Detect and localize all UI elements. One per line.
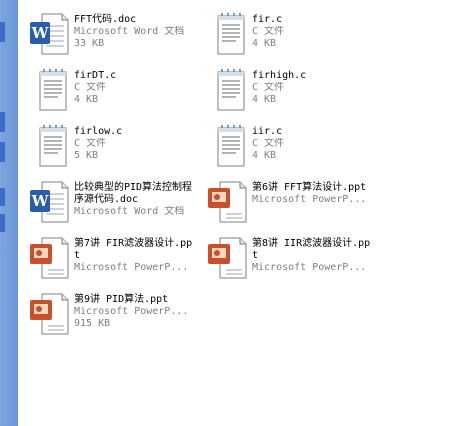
powerpoint-icon xyxy=(28,236,72,282)
c-file-icon xyxy=(206,12,250,58)
powerpoint-icon xyxy=(206,180,250,226)
word-doc-icon: W xyxy=(28,180,72,226)
file-name: firDT.c xyxy=(74,70,117,81)
file-type: Microsoft PowerP... xyxy=(252,194,367,205)
task-pane-tab[interactable] xyxy=(0,188,5,206)
file-item[interactable]: 第9讲 PID算法.ppt Microsoft PowerP... 915 KB xyxy=(18,292,196,348)
file-item[interactable]: 第6讲 FFT算法设计.ppt Microsoft PowerP... xyxy=(196,180,374,236)
file-item[interactable]: firDT.c C 文件 4 KB xyxy=(18,68,196,124)
file-item[interactable]: 第8讲 IIR滤波器设计.ppt Microsoft PowerP... xyxy=(196,236,374,292)
file-item[interactable]: W FFT代码.doc Microsoft Word 文档 33 KB xyxy=(18,12,196,68)
file-name: FFT代码.doc xyxy=(74,14,137,25)
task-pane-tab[interactable] xyxy=(0,22,5,42)
file-name: 第8讲 IIR滤波器设计.ppt xyxy=(252,238,371,261)
file-size: 33 KB xyxy=(74,38,105,49)
file-item[interactable]: firhigh.c C 文件 4 KB xyxy=(196,68,374,124)
file-item[interactable]: W 比较典型的PID算法控制程序源代码.doc Microsoft Word 文… xyxy=(18,180,196,236)
powerpoint-icon xyxy=(206,236,250,282)
word-doc-icon: W xyxy=(28,12,72,58)
file-size: 5 KB xyxy=(74,150,99,161)
c-file-icon xyxy=(206,68,250,114)
file-item[interactable]: fir.c C 文件 4 KB xyxy=(196,12,374,68)
file-type: C 文件 xyxy=(252,82,285,93)
file-name: iir.c xyxy=(252,126,283,137)
svg-text:W: W xyxy=(31,192,50,210)
file-type: Microsoft Word 文档 xyxy=(74,206,185,217)
file-size: 4 KB xyxy=(252,38,277,49)
file-item[interactable]: iir.c C 文件 4 KB xyxy=(196,124,374,180)
svg-text:W: W xyxy=(31,24,50,42)
c-file-icon xyxy=(28,68,72,114)
task-pane-tab[interactable] xyxy=(0,214,5,232)
file-size: 4 KB xyxy=(74,94,99,105)
left-task-pane xyxy=(0,0,18,426)
file-size: 4 KB xyxy=(252,150,277,161)
file-type: Microsoft Word 文档 xyxy=(74,26,185,37)
file-type: Microsoft PowerP... xyxy=(252,262,367,273)
file-item[interactable]: 第7讲 FIR滤波器设计.ppt Microsoft PowerP... xyxy=(18,236,196,292)
file-name: firlow.c xyxy=(74,126,123,137)
powerpoint-icon xyxy=(28,292,72,338)
c-file-icon xyxy=(28,124,72,170)
file-name: 第6讲 FFT算法设计.ppt xyxy=(252,182,367,193)
file-item[interactable]: firlow.c C 文件 5 KB xyxy=(18,124,196,180)
task-pane-tab[interactable] xyxy=(0,142,5,162)
file-name: firhigh.c xyxy=(252,70,307,81)
file-list-view: W FFT代码.doc Microsoft Word 文档 33 KB fir.… xyxy=(18,0,452,426)
file-name: 第9讲 PID算法.ppt xyxy=(74,294,169,305)
file-size: 4 KB xyxy=(252,94,277,105)
task-pane-tab[interactable] xyxy=(0,112,5,132)
file-type: Microsoft PowerP... xyxy=(74,306,189,317)
file-size: 915 KB xyxy=(74,318,111,329)
c-file-icon xyxy=(206,124,250,170)
file-type: C 文件 xyxy=(74,138,107,149)
file-type: C 文件 xyxy=(252,26,285,37)
file-name: 第7讲 FIR滤波器设计.ppt xyxy=(74,238,193,261)
file-name: fir.c xyxy=(252,14,283,25)
file-name: 比较典型的PID算法控制程序源代码.doc xyxy=(74,182,193,205)
file-type: C 文件 xyxy=(252,138,285,149)
file-type: C 文件 xyxy=(74,82,107,93)
file-type: Microsoft PowerP... xyxy=(74,262,189,273)
